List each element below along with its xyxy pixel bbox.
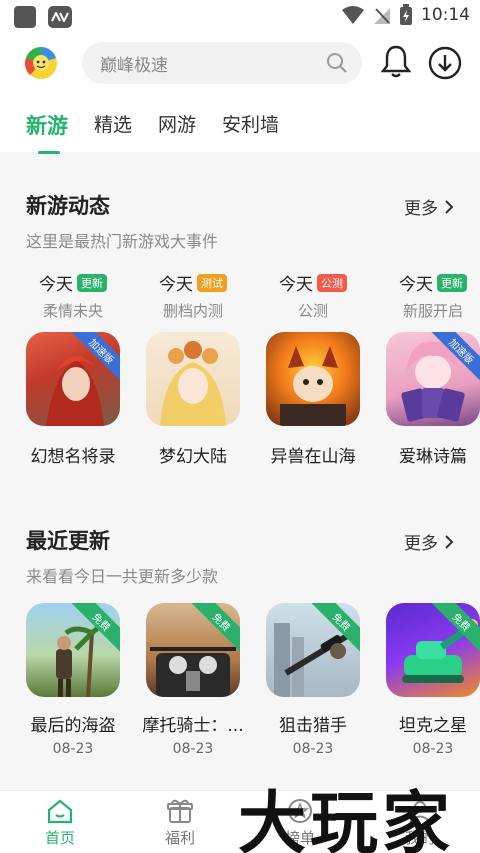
gift-icon — [167, 799, 193, 823]
update-date: 08-23 — [292, 741, 334, 757]
status-badge: 公测 — [317, 273, 347, 292]
notification-square-icon — [14, 6, 36, 28]
game-icon[interactable]: 免费 — [386, 603, 480, 697]
character-art-icon — [280, 346, 346, 426]
status-bar: 10:14 — [0, 0, 480, 34]
app-header: 巅峰极速 新游 精选 网游 安利墙 — [0, 34, 480, 154]
battery-icon — [400, 4, 412, 25]
game-card[interactable]: 免费 摩托骑士：... 08-23 — [138, 603, 248, 763]
game-card[interactable]: 今天 测试 删档内测 梦幻大陆 — [138, 270, 248, 470]
game-name: 摩托骑士：... — [142, 716, 244, 736]
game-card[interactable]: 今天 更新 柔情未央 加速版 幻想名将录 — [18, 270, 128, 470]
status-badge: 更新 — [437, 273, 467, 292]
game-name: 梦幻大陆 — [159, 447, 227, 467]
day-label: 今天 — [279, 275, 313, 295]
home-icon — [47, 799, 73, 824]
game-card[interactable]: 免费 坦克之星 08-23 — [378, 603, 480, 763]
recent-games-list: 免费 最后的海盗 08-23 免费 摩托骑士：... 08-23 免费 狙击猎手… — [0, 603, 480, 763]
game-icon[interactable]: 加速版 — [386, 332, 480, 426]
release-day: 今天 更新 — [378, 270, 480, 295]
recent-updates-section: 最近更新 来看看今日一共更新多少款 更多 免费 最后的海盗 08-23 免费 摩… — [0, 495, 480, 785]
nav-label: 福利 — [164, 829, 195, 847]
game-card[interactable]: 今天 公测 公测 异兽在山海 — [258, 270, 368, 470]
tab-recommend-wall[interactable]: 安利墙 — [222, 110, 279, 150]
chevron-right-icon — [445, 534, 454, 549]
no-signal-icon — [374, 8, 390, 24]
game-event: 新服开启 — [402, 302, 463, 320]
release-day: 今天 公测 — [258, 270, 368, 295]
update-date: 08-23 — [412, 741, 454, 757]
wifi-icon — [342, 6, 364, 24]
nav-welfare[interactable]: 福利 — [132, 797, 228, 848]
game-name: 狙击猎手 — [279, 716, 347, 736]
game-icon[interactable] — [266, 332, 360, 426]
app-logo[interactable] — [24, 46, 58, 80]
more-label: 更多 — [404, 199, 438, 219]
game-name: 幻想名将录 — [30, 447, 116, 467]
search-placeholder: 巅峰极速 — [100, 55, 168, 76]
status-badge: 更新 — [77, 273, 107, 292]
tab-new-games[interactable]: 新游 — [26, 110, 68, 154]
chevron-right-icon — [445, 199, 454, 214]
game-name: 坦克之星 — [399, 716, 467, 736]
download-icon[interactable] — [428, 46, 462, 80]
section-title: 新游动态 — [26, 194, 110, 218]
game-event: 柔情未央 — [42, 302, 103, 320]
game-notification-icon — [48, 6, 72, 28]
section-subtitle: 这里是最热门新游戏大事件 — [26, 232, 219, 251]
watermark-logo: 大玩家 — [238, 784, 455, 853]
game-card[interactable]: 免费 狙击猎手 08-23 — [258, 603, 368, 763]
day-label: 今天 — [39, 275, 73, 295]
more-label: 更多 — [404, 534, 438, 554]
clock: 10:14 — [421, 5, 470, 25]
section-subtitle: 来看看今日一共更新多少款 — [26, 567, 219, 586]
game-name: 爱琳诗篇 — [399, 447, 467, 467]
game-icon[interactable]: 免费 — [146, 603, 240, 697]
notification-icons — [14, 6, 72, 28]
game-name: 异兽在山海 — [270, 447, 356, 467]
bell-icon[interactable] — [380, 44, 412, 80]
game-name: 最后的海盗 — [30, 716, 116, 736]
day-label: 今天 — [159, 275, 193, 295]
game-icon[interactable]: 加速版 — [26, 332, 120, 426]
game-icon[interactable]: 免费 — [26, 603, 120, 697]
game-event: 公测 — [297, 302, 328, 320]
more-button[interactable]: 更多 — [404, 529, 454, 554]
system-status: 10:14 — [341, 4, 470, 26]
search-icon[interactable] — [326, 52, 348, 74]
game-card[interactable]: 今天 更新 新服开启 加速版 爱琳诗篇 — [378, 270, 480, 470]
section-title: 最近更新 — [26, 529, 110, 553]
game-card[interactable]: 免费 最后的海盗 08-23 — [18, 603, 128, 763]
tab-online-games[interactable]: 网游 — [158, 110, 196, 150]
game-icon[interactable]: 免费 — [266, 603, 360, 697]
more-button[interactable]: 更多 — [404, 194, 454, 219]
game-news-list: 今天 更新 柔情未央 加速版 幻想名将录 今天 测试 删档内测 梦幻大陆 今天 … — [0, 270, 480, 470]
tab-featured[interactable]: 精选 — [94, 110, 132, 150]
nav-home[interactable]: 首页 — [12, 797, 108, 848]
game-icon[interactable] — [146, 332, 240, 426]
release-day: 今天 更新 — [18, 270, 128, 295]
new-game-news-section: 新游动态 这里是最热门新游戏大事件 更多 今天 更新 柔情未央 加速版 幻想名将… — [0, 160, 480, 490]
nav-label: 首页 — [44, 829, 75, 847]
status-badge: 测试 — [197, 273, 227, 292]
game-event: 删档内测 — [162, 302, 223, 320]
update-date: 08-23 — [172, 741, 214, 757]
update-date: 08-23 — [52, 741, 94, 757]
search-input[interactable]: 巅峰极速 — [82, 42, 362, 84]
character-art-icon — [160, 341, 226, 426]
day-label: 今天 — [399, 275, 433, 295]
category-tabs: 新游 精选 网游 安利墙 — [26, 110, 279, 154]
release-day: 今天 测试 — [138, 270, 248, 295]
